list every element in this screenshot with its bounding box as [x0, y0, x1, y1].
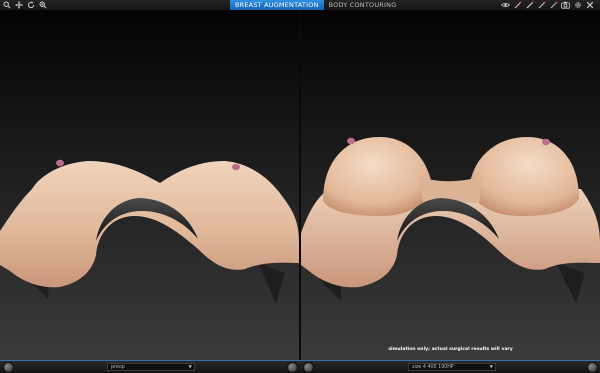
left-nipple	[347, 137, 355, 145]
edit-tools	[501, 0, 597, 10]
tab-body-contouring[interactable]: BODY CONTOURING	[324, 0, 402, 10]
zoom-icon[interactable]	[2, 1, 11, 10]
pen-tool-icon[interactable]	[549, 1, 558, 10]
preop-3d-model	[0, 159, 299, 303]
right-nipple	[232, 163, 240, 171]
mode-tabs: BREAST AUGMENTATION BODY CONTOURING	[230, 0, 401, 10]
zoom-in-icon[interactable]	[38, 1, 47, 10]
implant-selector[interactable]: size 4 400 190HP ▼	[408, 363, 496, 371]
eye-icon[interactable]	[501, 1, 510, 10]
rotate-icon[interactable]	[26, 1, 35, 10]
top-toolbar: BREAST AUGMENTATION BODY CONTOURING	[0, 0, 600, 11]
cleavage	[419, 176, 483, 203]
left-view-reset-button[interactable]	[287, 362, 298, 373]
preop-selector[interactable]: preop ▼	[107, 363, 195, 371]
bottom-bar: preop ▼ size 4 400 190HP ▼	[0, 360, 600, 373]
right-breast-implant	[469, 137, 579, 216]
measure-tool-icon[interactable]	[513, 1, 522, 10]
chevron-down-icon: ▼	[188, 365, 192, 370]
simulation-disclaimer: simulation only; actual surgical results…	[388, 347, 513, 352]
tab-breast-augmentation[interactable]: BREAST AUGMENTATION	[230, 0, 324, 10]
brush-tool-icon[interactable]	[537, 1, 546, 10]
chevron-down-icon: ▼	[489, 365, 493, 370]
left-view-options-button[interactable]	[3, 362, 14, 373]
move-icon[interactable]	[14, 1, 23, 10]
left-nipple	[56, 159, 64, 167]
implant-selector-value: size 4 400 190HP	[412, 365, 454, 370]
torso-surface	[0, 161, 299, 288]
right-side-fin	[258, 263, 285, 303]
right-view-options-button[interactable]	[303, 362, 314, 373]
close-icon[interactable]	[585, 1, 594, 10]
right-side-fin	[556, 263, 585, 303]
right-nipple	[542, 138, 550, 146]
view-tools	[2, 0, 50, 10]
left-breast-implant	[323, 137, 433, 216]
preop-viewport[interactable]	[0, 11, 299, 360]
simulation-viewport[interactable]: simulation only; actual surgical results…	[301, 11, 600, 360]
camera-icon[interactable]	[561, 1, 570, 10]
settings-icon[interactable]	[573, 1, 582, 10]
preop-selector-value: preop	[111, 365, 125, 370]
marker-tool-icon[interactable]	[525, 1, 534, 10]
right-view-reset-button[interactable]	[587, 362, 598, 373]
simulation-3d-model	[301, 137, 600, 303]
